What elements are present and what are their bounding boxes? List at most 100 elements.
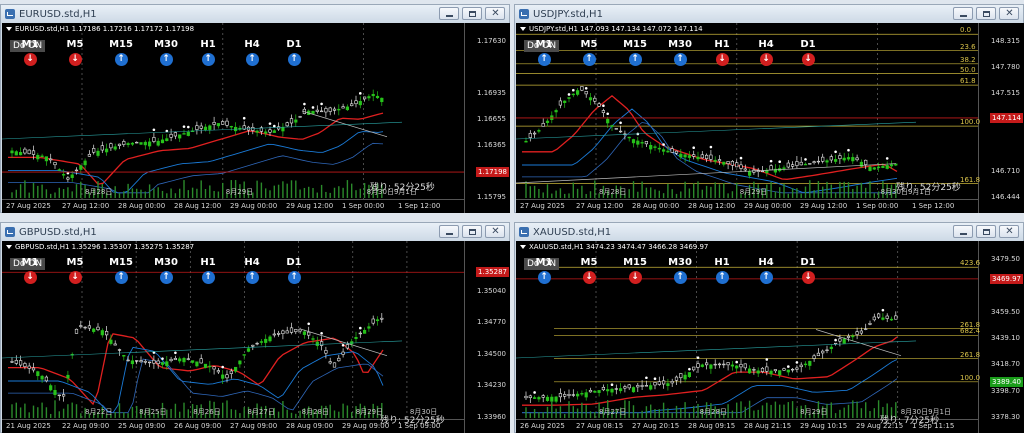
candle-body [833, 159, 838, 162]
ohlc-text: USDJPY.std,H1 147.093 147.134 147.072 14… [529, 25, 703, 33]
candle-body [889, 318, 894, 321]
timeframe-signal-m5: M5 ↓ [55, 256, 95, 284]
candle-body [812, 161, 816, 164]
minimize-icon [960, 15, 967, 17]
timeframe-label: M1 [21, 39, 39, 50]
candle-body [816, 160, 821, 163]
candle-body [358, 101, 362, 106]
window-titlebar[interactable]: GBPUSD.std,H1 ✕ [1, 223, 509, 241]
candle-body [10, 150, 14, 154]
chart-menu-icon[interactable] [520, 27, 526, 31]
maximize-button[interactable] [976, 225, 996, 238]
candle-body [319, 341, 324, 346]
time-axis[interactable]: 27 Aug 2025 27 Aug 12:00 28 Aug 00:00 28 Au… [2, 199, 464, 213]
chart-window-usdjpy[interactable]: USDJPY.std,H1 ✕ USDJPY.std,H1 147.093 14… [514, 4, 1024, 213]
maximize-button[interactable] [462, 225, 482, 238]
up-signal-icon: ↑ [673, 271, 687, 284]
price-axis[interactable]: 1.176301.169351.166551.163651.160801.157… [464, 23, 510, 213]
candle-body [631, 387, 636, 393]
timeframe-signal-h4: H4 ↑ [746, 256, 786, 284]
candle-body [375, 319, 380, 322]
chart-menu-icon[interactable] [520, 245, 526, 249]
chart-window-xauusd[interactable]: XAUUSD.std,H1 ✕ XAUUSD.std,H1 3474.23 34… [514, 222, 1024, 433]
timeframe-signal-m1: M1 ↓ [10, 38, 50, 66]
candle-body [679, 153, 683, 158]
candle-body [96, 150, 100, 156]
candle-body [722, 161, 726, 165]
candle-body [717, 159, 722, 162]
timeframe-signal-d1: D1 ↓ [788, 256, 828, 284]
candle-body [795, 367, 799, 370]
fib-level-label: 100.0 [960, 373, 981, 382]
date-mark: 8月29日 [225, 188, 254, 196]
minimize-button[interactable] [953, 225, 973, 238]
candle-body [842, 338, 846, 344]
candle-body [70, 174, 74, 178]
candle-body [31, 367, 36, 371]
date-mark: 8月27日 [599, 408, 627, 416]
price-chart[interactable]: EURUSD.std,H1 1.17186 1.17216 1.17172 1.… [2, 23, 510, 213]
minimize-button[interactable] [439, 7, 459, 20]
candle-body [285, 330, 289, 334]
candle-body [864, 159, 868, 165]
candle-body [713, 159, 717, 162]
window-titlebar[interactable]: USDJPY.std,H1 ✕ [515, 5, 1023, 23]
maximize-button[interactable] [976, 7, 996, 20]
candle-body [636, 385, 640, 388]
chart-menu-icon[interactable] [6, 245, 12, 249]
maximize-button[interactable] [462, 7, 482, 20]
candle-body [735, 162, 739, 168]
date-mark: 8月26日 [193, 408, 221, 416]
candle-body [117, 349, 122, 351]
candle-body [135, 141, 139, 144]
candle-body [281, 330, 285, 334]
timeframe-label: M30 [154, 257, 178, 268]
candle-body [593, 97, 597, 102]
candle-body [532, 397, 537, 399]
candle-body [332, 108, 337, 111]
price-axis[interactable]: 3479.50 3459.50 3439.10 3418.70 3398.70 3378.… [978, 241, 1024, 433]
window-titlebar[interactable]: EURUSD.std,H1 ✕ [1, 5, 509, 23]
time-label: 27 Aug 12:00 [576, 202, 624, 210]
minimize-button[interactable] [953, 7, 973, 20]
candle-body [619, 388, 623, 392]
timeframe-signal-m15: M15 ↑ [101, 38, 141, 66]
price-axis[interactable]: 1.35040 1.34770 1.34500 1.34230 1.33960 1.352… [464, 241, 510, 433]
candle-body [614, 128, 618, 130]
candle-body [362, 329, 367, 334]
price-chart[interactable]: XAUUSD.std,H1 3474.23 3474.47 3466.28 34… [516, 241, 1024, 433]
time-label: 21 Aug 2025 [6, 422, 51, 430]
candle-body [829, 346, 833, 350]
candle-body [182, 357, 186, 363]
price-chart[interactable]: USDJPY.std,H1 147.093 147.134 147.072 14… [516, 23, 1024, 213]
candle-body [662, 380, 666, 385]
price-axis[interactable]: 148.315147.780147.515147.245146.710146.4… [978, 23, 1024, 213]
signal-dot [320, 331, 323, 335]
candle-body [662, 149, 666, 152]
close-button[interactable]: ✕ [999, 225, 1019, 238]
time-label: 28 Aug 21:15 [744, 422, 792, 430]
chart-menu-icon[interactable] [6, 27, 12, 31]
time-axis[interactable]: 27 Aug 2025 27 Aug 12:00 28 Aug 00:00 28 Au… [516, 199, 978, 213]
candle-body [803, 163, 808, 166]
candle-body [44, 376, 48, 382]
window-title: XAUUSD.std,H1 [533, 226, 612, 238]
date-mark: 8月30日9月1日 [880, 188, 931, 196]
date-mark: 8月29日 [800, 408, 828, 416]
chart-window-gbpusd[interactable]: GBPUSD.std,H1 ✕ GBPUSD.std,H1 1.35296 1.… [0, 222, 510, 433]
candle-body [225, 120, 229, 126]
chart-window-eurusd[interactable]: EURUSD.std,H1 ✕ EURUSD.std,H1 1.17186 1.… [0, 4, 510, 213]
timeframe-signal-m5: M5 ↑ [569, 38, 609, 66]
candle-body [105, 331, 109, 336]
chart-window-icon [5, 227, 15, 237]
candle-body [748, 171, 752, 176]
candle-body [855, 157, 859, 161]
candle-body [208, 125, 212, 130]
close-button[interactable]: ✕ [485, 7, 505, 20]
window-titlebar[interactable]: XAUUSD.std,H1 ✕ [515, 223, 1023, 241]
close-button[interactable]: ✕ [999, 7, 1019, 20]
minimize-button[interactable] [439, 225, 459, 238]
candle-body [199, 125, 203, 129]
price-chart[interactable]: GBPUSD.std,H1 1.35296 1.35307 1.35275 1.… [2, 241, 510, 433]
close-button[interactable]: ✕ [485, 225, 505, 238]
